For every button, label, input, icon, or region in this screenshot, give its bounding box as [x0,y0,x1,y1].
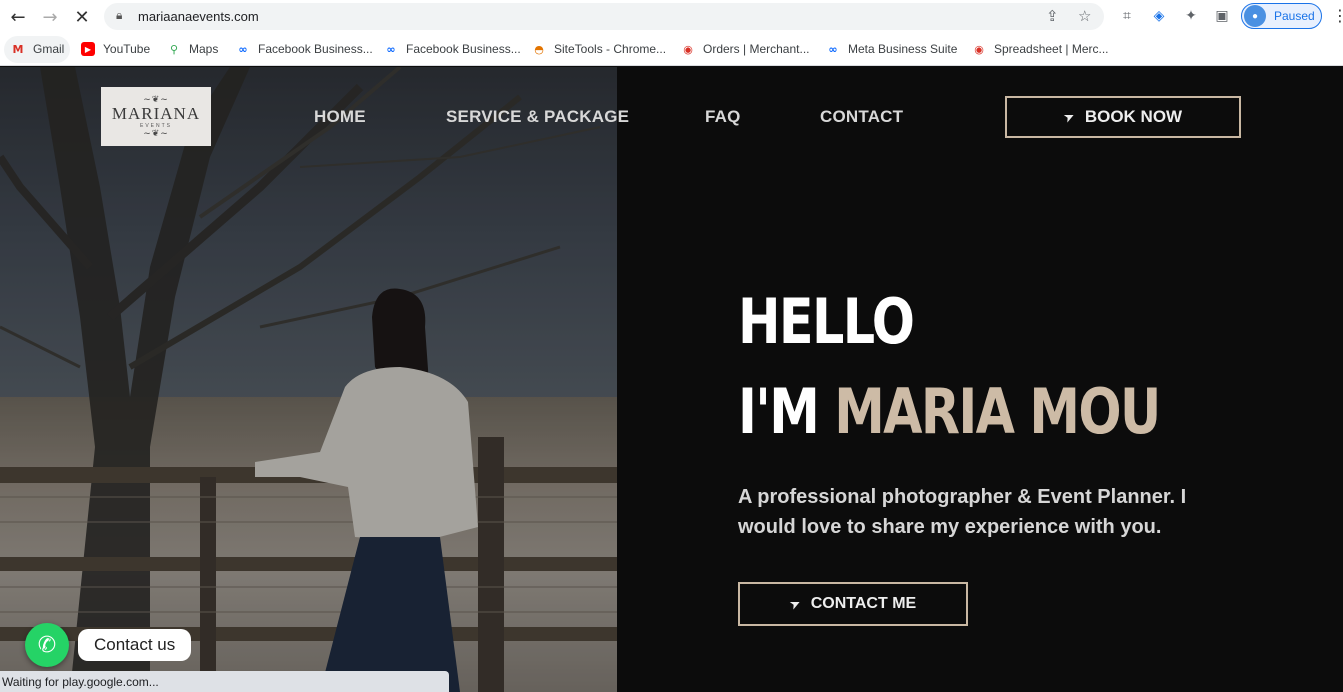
contact-me-button[interactable]: ➤ CONTACT ME [738,582,968,626]
hero-heading-prefix: I'M [738,375,820,448]
browser-toolbar: ← → ✕ 🔒︎ mariaanaevents.com ⇪ ☆ ⌗ ◈ ✦ ▣ … [0,0,1343,33]
bookmark-facebook-business-2[interactable]: ∞ Facebook Business... [384,40,521,58]
bookmark-label: Meta Business Suite [848,42,958,56]
merchant-icon: ◉ [683,42,693,56]
logo-text: MARIANA [111,103,201,123]
bookmark-label: YouTube [103,42,151,56]
nav-contact[interactable]: CONTACT [820,107,903,127]
bookmark-youtube[interactable]: ▶ YouTube [81,40,150,58]
whatsapp-contact-label[interactable]: Contact us [78,629,192,661]
extensions-puzzle-icon[interactable]: ✦ [1181,6,1201,26]
hero-photo [0,67,617,692]
sitetools-icon: ◓ [534,42,544,56]
meta-icon: ∞ [386,42,396,56]
side-panel-icon[interactable]: ▣ [1212,6,1232,26]
book-now-label: BOOK NOW [1084,107,1183,126]
nav-service-package[interactable]: SERVICE & PACKAGE [446,107,629,127]
avatar: ● [1244,5,1266,27]
bookmark-spreadsheet-merchant[interactable]: ◉ Spreadsheet | Merc... [972,40,1109,58]
nav-faq[interactable]: FAQ [705,107,741,127]
logo-ornament-bottom: ~❦~ [143,128,169,139]
bookmark-label: Facebook Business... [406,42,521,56]
bookmark-label: Facebook Business... [258,42,373,56]
bookmark-label: Spreadsheet | Merc... [994,42,1109,56]
share-icon[interactable]: ⇪ [1046,7,1059,25]
paper-plane-icon: ➤ [1061,107,1078,127]
bookmark-facebook-business-1[interactable]: ∞ Facebook Business... [236,40,373,58]
profile-paused-button[interactable]: ● Paused [1241,3,1322,29]
logo-ornament-top: ~❦~ [143,94,169,105]
bookmarks-bar: M Gmail ▶ YouTube ⚲ Maps ∞ Facebook Busi… [0,33,1343,66]
browser-menu-icon[interactable]: ⋮ [1332,6,1343,25]
youtube-icon: ▶ [81,42,95,56]
profile-status: Paused [1274,9,1315,23]
forward-icon[interactable]: → [38,5,62,29]
hero-heading-accent-name: MARIA MOU [834,375,1161,448]
stop-loading-icon[interactable]: ✕ [70,5,94,29]
site-logo[interactable]: ~❦~ MARIANA EVENTS ~❦~ [101,87,211,146]
url-text[interactable]: mariaanaevents.com [138,9,259,24]
hero-heading-hello: HELLO [738,285,915,358]
web-page: ~❦~ MARIANA EVENTS ~❦~ HOME SERVICE & PA… [0,67,1343,692]
contact-me-label: CONTACT ME [810,595,917,612]
hero-tagline: A professional photographer & Event Plan… [738,486,1187,538]
bookmark-label: Orders | Merchant... [703,42,810,56]
bookmark-sitetools[interactable]: ◓ SiteTools - Chrome... [532,40,666,58]
whatsapp-icon[interactable]: ✆ [25,623,69,667]
photo-dark-overlay [0,67,617,692]
bookmark-star-icon[interactable]: ☆ [1078,7,1091,25]
bookmark-orders-merchant[interactable]: ◉ Orders | Merchant... [681,40,809,58]
bookmark-label: Maps [189,42,219,56]
merchant-icon: ◉ [974,42,984,56]
bookmark-meta-business-suite[interactable]: ∞ Meta Business Suite [826,40,957,58]
paper-plane-icon: ➤ [787,594,804,614]
browser-status-bar: Waiting for play.google.com... [0,671,449,692]
bookmark-label: Gmail [33,42,65,56]
meta-icon: ∞ [828,42,838,56]
maps-icon: ⚲ [169,42,179,56]
bookmark-gmail[interactable]: M Gmail [11,40,65,58]
extension-code-icon[interactable]: ⌗ [1117,6,1137,26]
bookmark-label: SiteTools - Chrome... [554,42,667,56]
extension-tag-icon[interactable]: ◈ [1149,6,1169,26]
lock-icon[interactable]: 🔒︎ [116,8,122,23]
address-bar[interactable]: 🔒︎ mariaanaevents.com ⇪ ☆ [104,3,1104,30]
hero-heading-name: I'M MARIA MOU [738,375,1161,448]
nav-home[interactable]: HOME [314,107,366,127]
gmail-icon: M [12,42,24,56]
meta-icon: ∞ [238,42,248,56]
book-now-button[interactable]: ➤ BOOK NOW [1005,96,1241,138]
back-icon[interactable]: ← [6,5,30,29]
bookmark-maps[interactable]: ⚲ Maps [167,40,218,58]
